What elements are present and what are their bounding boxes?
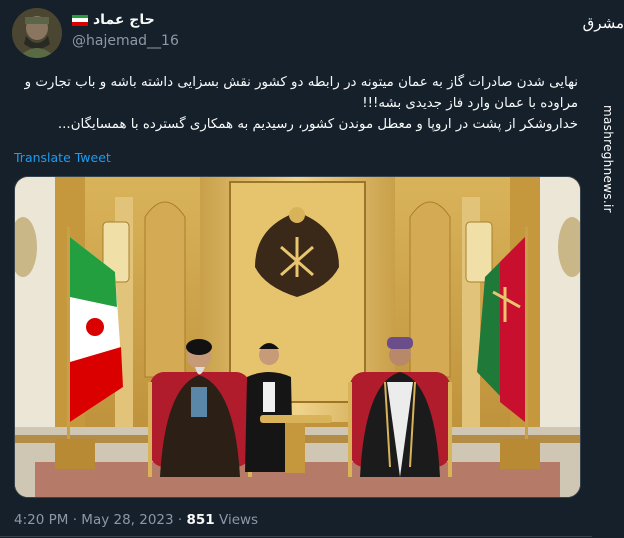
author-display-name[interactable]: حاج عماد xyxy=(93,12,155,28)
author-name-row[interactable]: حاج عماد xyxy=(72,10,155,30)
author-handle[interactable]: @hajemad__16 xyxy=(72,33,179,49)
meta-separator: · xyxy=(72,512,77,528)
tweet-text-line: نهایی شدن صادرات گاز به عمان میتونه در ر… xyxy=(24,75,578,90)
mashregh-logo: مشرق xyxy=(582,14,624,32)
views-count: 851 xyxy=(186,512,215,528)
tweet-text: نهایی شدن صادرات گاز به عمان میتونه در ر… xyxy=(14,72,578,135)
author-avatar[interactable] xyxy=(12,8,62,58)
tweet-time[interactable]: 4:20 PM xyxy=(14,512,68,528)
tweet-text-line: خداروشکر از پشت در اروپا و معطل موندن کش… xyxy=(57,117,578,132)
translate-tweet-link[interactable]: Translate Tweet xyxy=(14,150,111,165)
tweet-date[interactable]: May 28, 2023 xyxy=(81,512,173,528)
tweet-text-line: مراوده با عمان وارد فاز جدیدی بشه!!! xyxy=(362,96,578,111)
watermark-url: mashreghnews.ir xyxy=(601,105,615,213)
meeting-photo xyxy=(15,177,580,497)
meta-separator: · xyxy=(177,512,183,528)
iran-flag-icon xyxy=(72,14,88,26)
divider xyxy=(0,536,592,537)
tweet-card[interactable]: حاج عماد @hajemad__16 نهایی شدن صادرات گ… xyxy=(0,0,592,538)
views-label: Views xyxy=(219,512,259,528)
tweet-photo[interactable] xyxy=(14,176,581,498)
watermark-strip xyxy=(592,0,624,538)
avatar-image xyxy=(12,8,62,58)
tweet-meta: 4:20 PM · May 28, 2023 · 851 Views xyxy=(14,512,258,528)
